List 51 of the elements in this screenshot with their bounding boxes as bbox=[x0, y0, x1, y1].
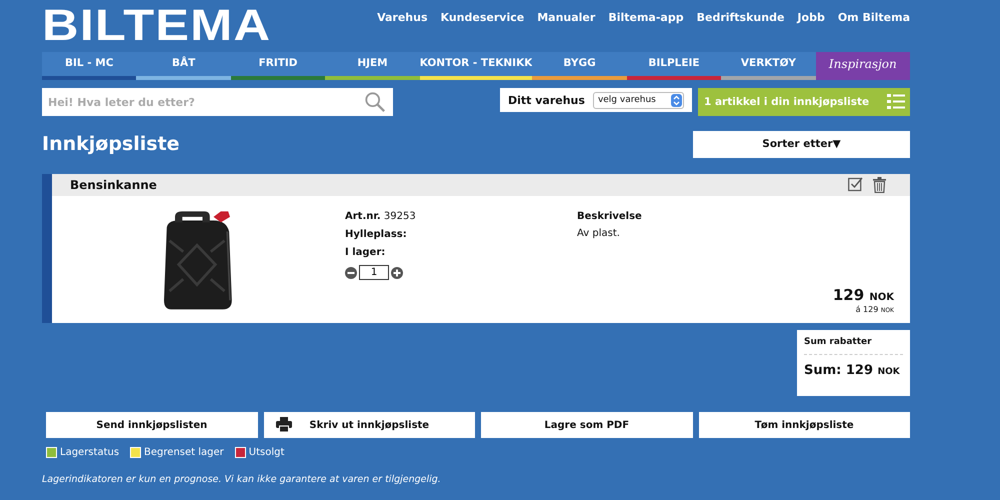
discounts-label: Sum rabatter bbox=[804, 337, 903, 355]
list-icon bbox=[887, 94, 905, 110]
nav-tab[interactable]: BYGG bbox=[532, 52, 627, 80]
article-number: Art.nr. 39253 bbox=[345, 211, 417, 222]
legend-label: Utsolgt bbox=[248, 447, 284, 458]
minus-icon[interactable] bbox=[345, 266, 357, 278]
nav-tab[interactable]: Inspirasjon bbox=[816, 52, 910, 80]
nav-tab[interactable]: VERKTØY bbox=[721, 52, 816, 80]
stock-label: I lager: bbox=[345, 247, 386, 258]
plus-icon[interactable] bbox=[391, 266, 403, 278]
nav-tab[interactable]: FRITID bbox=[230, 52, 326, 80]
description-text: Av plast. bbox=[577, 228, 621, 239]
top-link[interactable]: Biltema-app bbox=[608, 11, 684, 52]
legend-label: Begrenset lager bbox=[144, 447, 224, 458]
action-button[interactable]: Lagre som PDF bbox=[481, 412, 692, 438]
quantity-field[interactable]: 1 bbox=[359, 265, 389, 280]
legend-label: Lagerstatus bbox=[60, 447, 120, 458]
action-button[interactable]: Tøm innkjøpsliste bbox=[698, 412, 910, 438]
nav-tab[interactable]: HJEM bbox=[325, 52, 420, 80]
top-link[interactable]: Kundeservice bbox=[440, 11, 524, 52]
sort-button[interactable]: Sorter etter▼ bbox=[693, 130, 910, 158]
page-title: Innkjøpsliste bbox=[42, 133, 180, 155]
search-icon[interactable] bbox=[364, 91, 386, 113]
dropdown-arrows-icon bbox=[671, 94, 682, 106]
action-button[interactable]: Send innkjøpslisten bbox=[46, 412, 258, 438]
footnote: Lagerindikatoren er kun en prognose. Vi kan ikke garantere at varen er tilgjengelig. bbox=[42, 474, 442, 485]
product-name: Bensinkanne bbox=[70, 178, 157, 192]
logo[interactable]: BILTEMA bbox=[42, 4, 272, 52]
unit-price: á 129 bbox=[856, 305, 878, 314]
search-field[interactable]: Hei! Hva leter du etter? bbox=[42, 88, 393, 116]
store-dropdown[interactable]: velg varehus bbox=[592, 92, 684, 108]
price-currency: NOK bbox=[869, 292, 894, 303]
nav-tab[interactable]: BIL - MC bbox=[42, 52, 136, 80]
top-link[interactable]: Manualer bbox=[537, 11, 596, 52]
printer-icon bbox=[276, 417, 292, 432]
sum-currency: NOK bbox=[878, 367, 900, 377]
nav-tab[interactable]: KONTOR - TEKNIKK bbox=[420, 52, 532, 80]
trash-icon[interactable] bbox=[873, 177, 886, 193]
price-amount: 129 bbox=[832, 286, 864, 304]
shelf-label: Hylleplass: bbox=[345, 229, 408, 240]
description-label: Beskrivelse bbox=[577, 211, 642, 222]
top-link[interactable]: Om Biltema bbox=[838, 11, 910, 52]
top-link[interactable]: Varehus bbox=[377, 11, 428, 52]
action-button[interactable]: Skriv ut innkjøpsliste bbox=[264, 412, 475, 438]
top-link[interactable]: Jobb bbox=[797, 11, 825, 52]
nav-tab[interactable]: BILPLEIE bbox=[626, 52, 722, 80]
top-link[interactable]: Bedriftskunde bbox=[696, 11, 784, 52]
nav-tab[interactable]: BÅT bbox=[136, 52, 231, 80]
sum-total: Sum: 129 bbox=[804, 363, 874, 378]
checkbox-icon[interactable] bbox=[848, 177, 863, 192]
store-label: Ditt varehus bbox=[508, 94, 585, 106]
